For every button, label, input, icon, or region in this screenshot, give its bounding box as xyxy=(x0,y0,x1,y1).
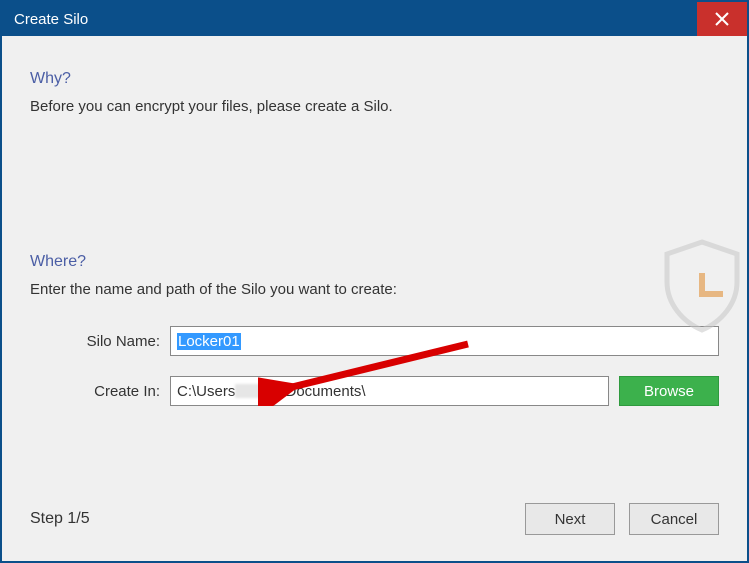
close-button[interactable] xyxy=(697,2,747,36)
create-in-suffix: \Documents\ xyxy=(281,383,365,400)
why-heading: Why? xyxy=(30,70,719,88)
silo-name-value: Locker01 xyxy=(177,333,241,350)
create-in-input[interactable]: C:\Users \Documents\ xyxy=(170,376,609,406)
where-text: Enter the name and path of the Silo you … xyxy=(30,281,719,298)
create-in-label: Create In: xyxy=(30,383,160,400)
silo-name-label: Silo Name: xyxy=(30,333,160,350)
dialog-window: Create Silo Why? Before you can encrypt … xyxy=(0,0,749,563)
window-title: Create Silo xyxy=(14,11,88,28)
titlebar: Create Silo xyxy=(2,2,747,36)
close-icon xyxy=(715,12,729,26)
footer-buttons: Next Cancel xyxy=(525,503,719,535)
dialog-footer: Step 1/5 Next Cancel xyxy=(30,483,719,535)
create-in-prefix: C:\Users xyxy=(177,383,235,400)
silo-name-input[interactable]: Locker01 xyxy=(170,326,719,356)
create-in-row: Create In: C:\Users \Documents\ Browse xyxy=(30,376,719,406)
where-heading: Where? xyxy=(30,253,719,271)
shield-icon xyxy=(657,236,747,336)
browse-button[interactable]: Browse xyxy=(619,376,719,406)
create-in-redacted xyxy=(235,384,281,398)
silo-name-row: Silo Name: Locker01 xyxy=(30,326,719,356)
step-indicator: Step 1/5 xyxy=(30,510,90,528)
cancel-button[interactable]: Cancel xyxy=(629,503,719,535)
dialog-content: Why? Before you can encrypt your files, … xyxy=(2,36,747,561)
why-text: Before you can encrypt your files, pleas… xyxy=(30,98,719,115)
next-button[interactable]: Next xyxy=(525,503,615,535)
